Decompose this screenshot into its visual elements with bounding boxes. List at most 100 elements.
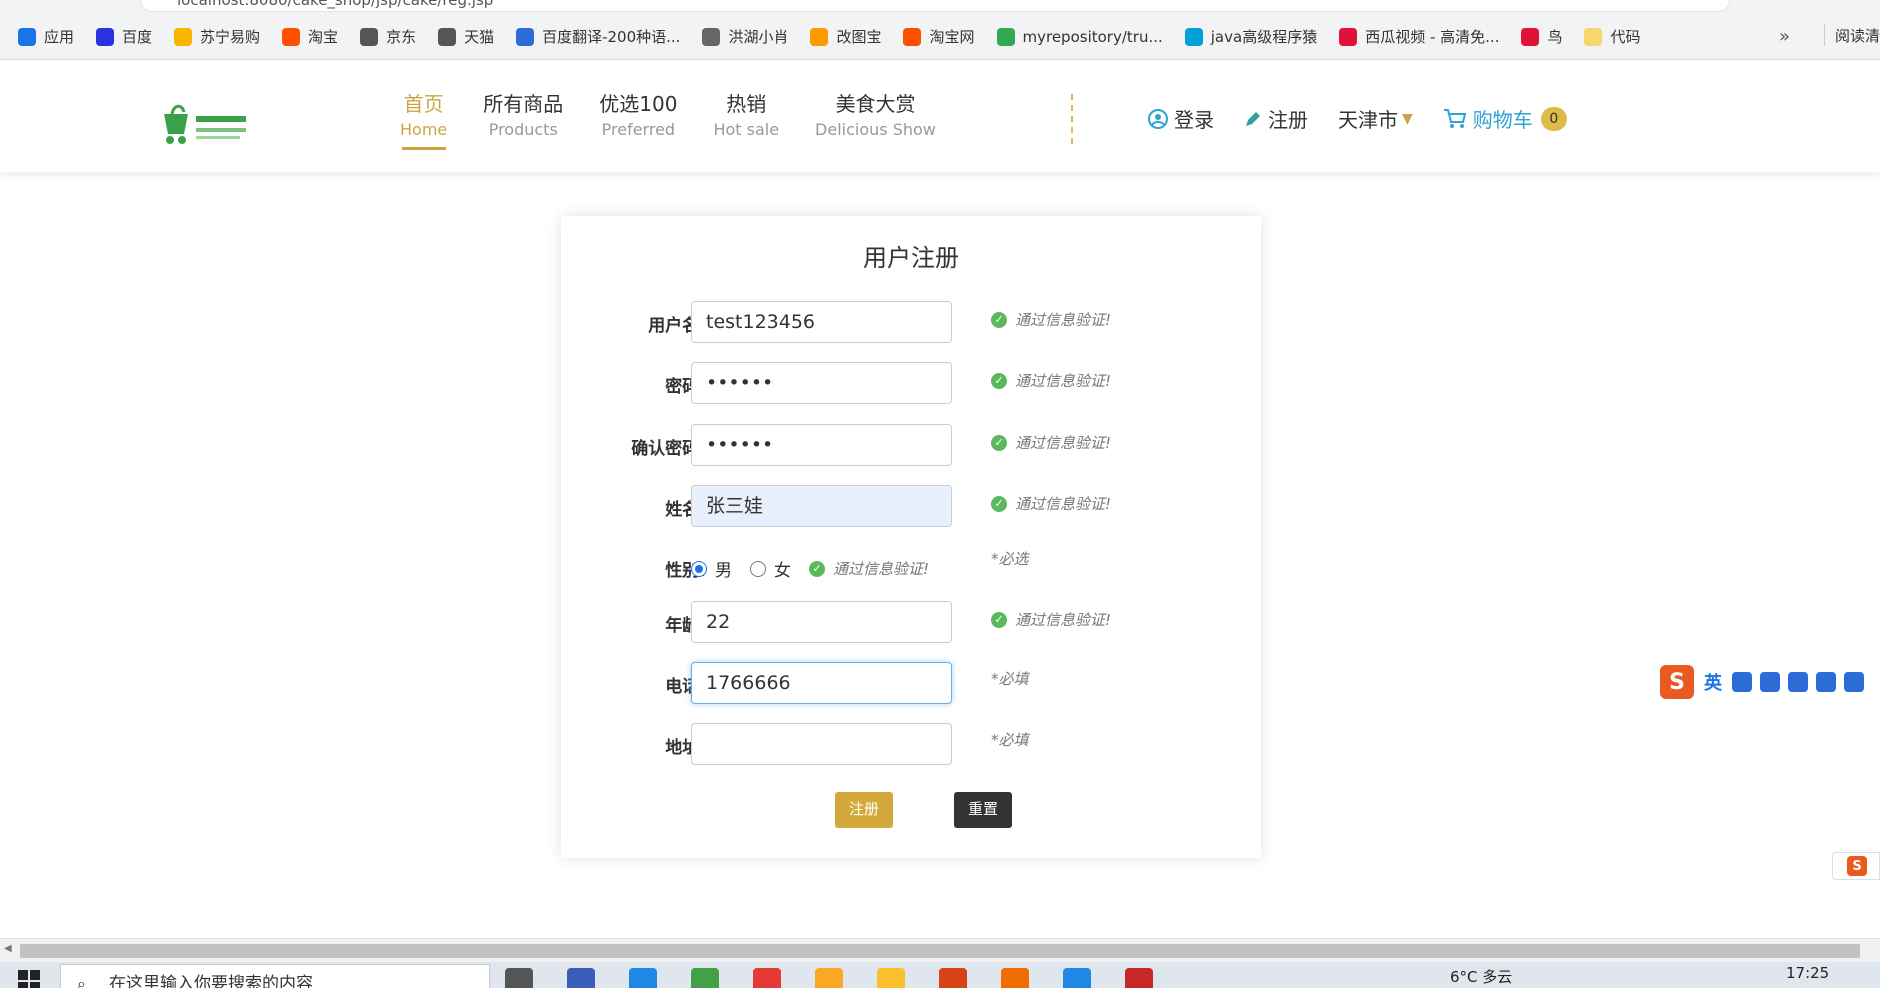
nav-item-delicious-show[interactable]: 美食大赏 Delicious Show	[815, 88, 936, 150]
system-tray: 6°C 多云	[1450, 966, 1512, 987]
powerpoint-icon[interactable]	[1001, 968, 1029, 988]
ime-lang-toggle[interactable]: 英	[1704, 669, 1722, 695]
age-input[interactable]: 22	[691, 601, 952, 643]
scroll-left-icon[interactable]: ◀	[4, 943, 12, 954]
gender-female-label[interactable]: 女	[774, 556, 791, 581]
bookmark-item[interactable]: 西瓜视频 - 高清免...	[1339, 26, 1499, 47]
bookmark-item[interactable]: 苏宁易购	[174, 26, 260, 47]
taskbar-clock[interactable]: 17:25	[1786, 964, 1829, 982]
photos-icon[interactable]	[1063, 968, 1091, 988]
sogou-logo-icon: S	[1847, 856, 1867, 876]
scrollbar-thumb[interactable]	[20, 944, 1860, 958]
bookmark-item[interactable]: 代码	[1584, 26, 1641, 47]
gender-required-note: *必选	[991, 550, 1029, 568]
nav-item-products[interactable]: 所有商品 Products	[483, 88, 563, 150]
bookmark-item[interactable]: 淘宝	[282, 26, 338, 47]
nav-item-preferred[interactable]: 优选100 Preferred	[599, 88, 677, 150]
confirm-password-input[interactable]: ••••••	[691, 424, 952, 466]
bookmark-item[interactable]: 改图宝	[810, 26, 881, 47]
nav-item-label: 所有商品	[483, 92, 564, 116]
globe-icon	[360, 27, 379, 46]
taskbar-search-box[interactable]: ⌕ 在这里输入你要搜索的内容	[60, 964, 490, 988]
submit-button[interactable]: 注册	[835, 792, 893, 828]
bookmark-label: 西瓜视频 - 高清免...	[1365, 28, 1500, 46]
nav-item-sublabel: Preferred	[601, 120, 676, 139]
bookmark-item[interactable]: 淘宝网	[903, 26, 975, 47]
bookmark-item[interactable]: 京东	[360, 26, 416, 47]
search-icon: ⌕	[77, 974, 86, 988]
nav-item-label: 首页	[403, 92, 444, 116]
windows-start-icon[interactable]	[18, 970, 40, 988]
bookmark-item[interactable]: 百度翻译-200种语...	[516, 26, 680, 47]
file-explorer-icon[interactable]	[815, 968, 843, 988]
taskbar: ⌕ 在这里输入你要搜索的内容 6°C 多云 17:25	[0, 962, 1880, 988]
username-input[interactable]: test123456	[691, 301, 952, 343]
validation-text: 通过信息验证!	[1015, 372, 1112, 390]
active-indicator	[401, 147, 446, 150]
nav-item-sublabel: Hot sale	[713, 120, 780, 139]
reading-list-button[interactable]: 阅读清	[1814, 24, 1880, 46]
bookmark-item[interactable]: 鸟	[1521, 26, 1562, 47]
taskbar-search-placeholder: 在这里输入你要搜索的内容	[109, 974, 313, 988]
browser-icon[interactable]	[691, 968, 719, 988]
punctuation-icon[interactable]	[1732, 672, 1752, 692]
bookmark-label: 应用	[44, 28, 75, 46]
register-link[interactable]: 注册	[1244, 104, 1308, 133]
gender-male-radio[interactable]	[691, 560, 707, 577]
nav-item-hot-sale[interactable]: 热销 Hot sale	[713, 88, 779, 150]
check-icon: ✓	[991, 495, 1007, 512]
address-input[interactable]	[691, 723, 952, 765]
folder-icon[interactable]	[877, 968, 905, 988]
confirm-password-row: 确认密码: •••••• ✓ 通过信息验证!	[561, 424, 1261, 468]
logo-icon[interactable]	[160, 104, 252, 150]
cart-link[interactable]: 购物车 0	[1443, 104, 1567, 133]
bookmark-item[interactable]: 天猫	[438, 26, 494, 47]
nav-item-home[interactable]: 首页 Home	[400, 88, 447, 150]
nav-item-label: 优选100	[599, 92, 678, 116]
gender-validation: ✓ 通过信息验证!	[809, 558, 929, 579]
translate-icon	[516, 27, 535, 46]
microphone-icon[interactable]	[1788, 672, 1808, 692]
bookmark-item[interactable]: 应用	[18, 26, 74, 47]
weather-text[interactable]: 6°C 多云	[1450, 966, 1512, 987]
name-input[interactable]: 张三娃	[691, 485, 952, 527]
bookmark-item[interactable]: 洪湖小肖	[702, 26, 788, 47]
address-bar[interactable]: localhost:8080/cake_shop/jsp/cake/reg.js…	[140, 0, 1730, 12]
bookmark-item[interactable]: java高级程序猿	[1184, 26, 1317, 47]
nav-item-sublabel: Delicious Show	[815, 120, 936, 139]
bookmark-label: 洪湖小肖	[728, 28, 789, 46]
bookmark-item[interactable]: 百度	[96, 26, 152, 47]
login-link[interactable]: 登录	[1148, 104, 1214, 133]
intellij-icon[interactable]	[939, 968, 967, 988]
main-nav: 首页 Home 所有商品 Products 优选100 Preferred 热销 Hot sa…	[400, 88, 972, 150]
task-view-icon[interactable]	[505, 968, 533, 988]
phone-required-note: *必填	[991, 670, 1029, 688]
gender-female-radio[interactable]	[750, 560, 766, 577]
reset-button[interactable]: 重置	[954, 792, 1012, 828]
gender-male-label[interactable]: 男	[715, 556, 732, 581]
bookmark-item[interactable]: myrepository/tru...	[996, 27, 1163, 46]
city-selector[interactable]: 天津市 ▼	[1338, 104, 1413, 133]
ime-toolbar[interactable]: S 英	[1660, 664, 1880, 700]
emoji-icon[interactable]	[1760, 672, 1780, 692]
app-icon[interactable]	[567, 968, 595, 988]
bookmarks-overflow-button[interactable]: »	[1779, 26, 1790, 47]
check-icon: ✓	[991, 372, 1007, 389]
ime-mini-toolbar[interactable]: S	[1832, 852, 1880, 880]
chrome-icon[interactable]	[753, 968, 781, 988]
password-input[interactable]: ••••••	[691, 362, 952, 404]
bookmark-label: 苏宁易购	[200, 28, 261, 46]
wps-icon[interactable]	[1125, 968, 1153, 988]
skin-icon[interactable]	[1844, 672, 1864, 692]
form-title: 用户注册	[863, 244, 959, 272]
nav-item-sublabel: Home	[400, 120, 448, 139]
horizontal-scrollbar[interactable]: ◀	[0, 938, 1880, 962]
keyboard-icon[interactable]	[1816, 672, 1836, 692]
cart-count-badge: 0	[1540, 106, 1567, 131]
gender-radio-group: 男 女 ✓ 通过信息验证!	[691, 556, 929, 581]
username-validation: ✓ 通过信息验证!	[991, 309, 1111, 330]
validation-text: 通过信息验证!	[1015, 434, 1112, 452]
edge-icon[interactable]	[629, 968, 657, 988]
phone-input[interactable]: 1766666	[691, 662, 952, 704]
age-validation: ✓ 通过信息验证!	[991, 609, 1111, 630]
